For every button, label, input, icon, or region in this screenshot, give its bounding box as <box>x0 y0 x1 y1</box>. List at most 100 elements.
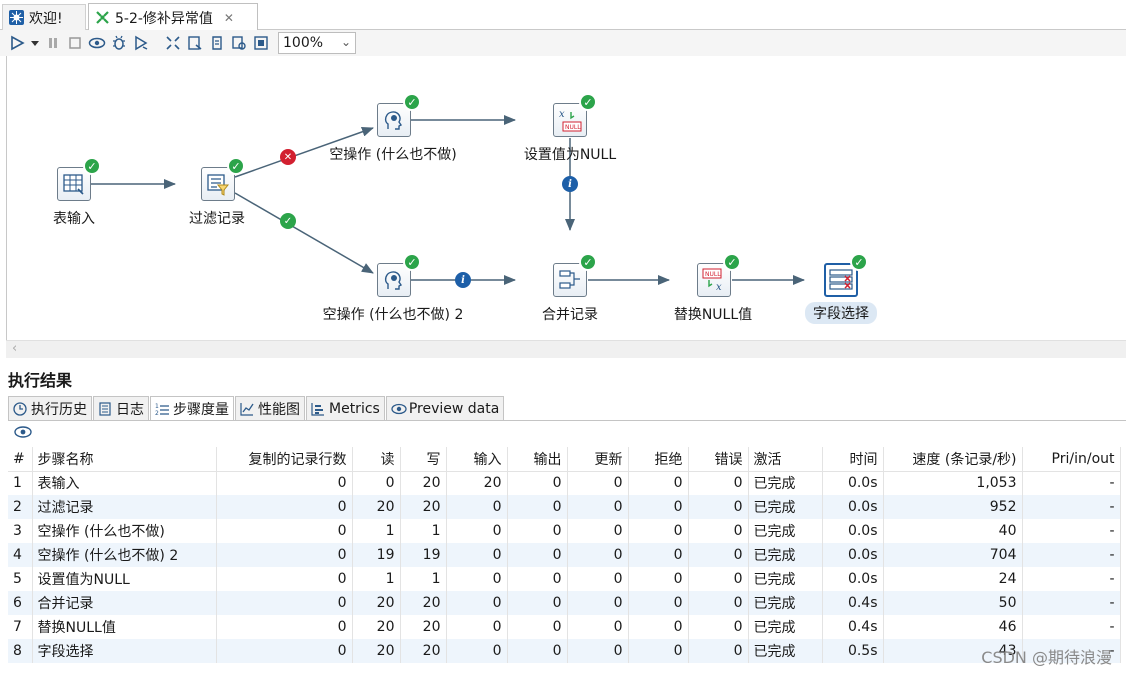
zoom-select[interactable]: 100% ⌄ <box>278 32 356 54</box>
status-ok-icon: ✓ <box>403 93 421 111</box>
column-header[interactable]: # <box>8 447 33 472</box>
table-cell: 46 <box>883 615 1023 639</box>
impact-icon[interactable] <box>184 32 206 54</box>
column-header[interactable]: 更新 <box>567 447 629 472</box>
sql-icon[interactable] <box>206 32 228 54</box>
table-row[interactable]: 8 字段选择 0 20 20 0 0 0 0 0 已完成 0.5s 43- <box>8 639 1121 663</box>
table-cell: 已完成 <box>748 615 823 639</box>
column-header[interactable]: Pri/in/out <box>1022 447 1121 472</box>
explore-db-icon[interactable] <box>228 32 250 54</box>
column-header[interactable]: 速度 (条记录/秒) <box>883 447 1023 472</box>
table-cell: 20 <box>352 615 401 639</box>
stop-icon[interactable] <box>64 32 86 54</box>
table-cell: 1,053 <box>883 471 1023 495</box>
tab-transformation[interactable]: 5-2-修补异常值 ✕ <box>88 3 258 31</box>
transformation-canvas[interactable]: ✕ ✓ i i ✓ 表输入 ✓ 过滤记录 ✓ 空操作 (什么也不做) x NULL… <box>6 56 1126 340</box>
hop-false-icon[interactable]: ✕ <box>280 149 296 165</box>
table-cell: 0.0s <box>822 567 884 591</box>
hop-info-icon[interactable]: i <box>562 176 578 192</box>
step-dummy-1[interactable]: ✓ <box>377 93 421 137</box>
column-header[interactable]: 拒绝 <box>628 447 689 472</box>
hop-info-icon[interactable]: i <box>455 272 471 288</box>
column-header[interactable]: 错误 <box>688 447 749 472</box>
svg-text:x: x <box>716 282 722 293</box>
table-cell: 704 <box>883 543 1023 567</box>
table-cell: - <box>1022 471 1121 495</box>
table-cell: 0 <box>688 519 749 543</box>
step-set-null[interactable]: x NULL ✓ <box>553 93 597 137</box>
step-label: 合并记录 <box>542 307 598 323</box>
debug-icon[interactable] <box>108 32 130 54</box>
tab-welcome[interactable]: 欢迎! <box>2 4 86 30</box>
tab-execution-history[interactable]: 执行历史 <box>8 396 92 420</box>
transformation-icon <box>95 10 110 25</box>
toolbar: 100% ⌄ <box>0 30 1126 56</box>
table-row[interactable]: 7 替换NULL值 0 20 20 0 0 0 0 0 已完成 0.4s 46- <box>8 615 1121 639</box>
table-cell: 40 <box>883 519 1023 543</box>
table-cell: 空操作 (什么也不做) <box>32 519 217 543</box>
preview-icon[interactable] <box>14 425 32 443</box>
table-cell: 0 <box>507 615 568 639</box>
table-cell: 20 <box>352 591 401 615</box>
table-cell: 1 <box>400 567 447 591</box>
table-row[interactable]: 3 空操作 (什么也不做) 0 1 1 0 0 0 0 0 已完成 0.0s 40- <box>8 519 1121 543</box>
column-header[interactable]: 读 <box>352 447 401 472</box>
step-merge-rows[interactable]: ✓ <box>553 253 597 297</box>
canvas-horizontal-scrollbar[interactable]: ‹ <box>6 340 1126 358</box>
tab-log[interactable]: 日志 <box>93 396 149 420</box>
column-header[interactable]: 复制的记录行数 <box>216 447 353 472</box>
hop-true-icon[interactable]: ✓ <box>280 213 296 229</box>
replay-icon[interactable] <box>130 32 152 54</box>
tab-label: Preview data <box>408 400 500 417</box>
table-row[interactable]: 2 过滤记录 0 20 20 0 0 0 0 0 已完成 0.0s 952- <box>8 495 1121 519</box>
preview-icon[interactable] <box>86 32 108 54</box>
table-cell: 0 <box>628 471 689 495</box>
column-header[interactable]: 输出 <box>507 447 568 472</box>
column-header[interactable]: 输入 <box>446 447 508 472</box>
table-cell: 2 <box>8 495 33 519</box>
table-cell: 0 <box>567 615 629 639</box>
table-cell: 0 <box>507 567 568 591</box>
table-row[interactable]: 1 表输入 0 0 20 20 0 0 0 0 已完成 0.0s 1,053- <box>8 471 1121 495</box>
step-select-values[interactable]: ✓ <box>824 253 868 297</box>
table-cell: 0 <box>628 519 689 543</box>
table-cell: 合并记录 <box>32 591 217 615</box>
pause-icon[interactable] <box>42 32 64 54</box>
tab-metrics[interactable]: Metrics <box>306 396 385 420</box>
column-header[interactable]: 时间 <box>822 447 884 472</box>
step-table-input[interactable]: ✓ <box>57 157 101 201</box>
tab-preview-data[interactable]: Preview data <box>385 396 505 420</box>
step-replace-null[interactable]: NULL x ✓ <box>697 253 741 297</box>
tab-label: 性能图 <box>258 401 300 418</box>
table-cell: - <box>1022 543 1121 567</box>
close-icon[interactable]: ✕ <box>224 11 234 25</box>
zoom-value: 100% <box>283 35 324 51</box>
table-row[interactable]: 5 设置值为NULL 0 1 1 0 0 0 0 0 已完成 0.0s 24- <box>8 567 1121 591</box>
table-cell: 0.0s <box>822 543 884 567</box>
tab-label: 步骤度量 <box>173 401 229 418</box>
table-cell: 0 <box>216 519 353 543</box>
table-cell: 0 <box>507 543 568 567</box>
tab-step-metrics[interactable]: 12 步骤度量 <box>150 396 234 420</box>
table-row[interactable]: 4 空操作 (什么也不做) 2 0 19 19 0 0 0 0 0 已完成 0.0s 704- <box>8 543 1121 567</box>
table-cell: 0 <box>567 591 629 615</box>
table-cell: 替换NULL值 <box>32 615 217 639</box>
table-row[interactable]: 6 合并记录 0 20 20 0 0 0 0 0 已完成 0.4s 50- <box>8 591 1121 615</box>
table-cell: - <box>1022 567 1121 591</box>
run-dropdown-icon[interactable] <box>28 32 42 54</box>
table-cell: 已完成 <box>748 639 823 663</box>
column-header[interactable]: 写 <box>400 447 447 472</box>
column-header[interactable]: 激活 <box>748 447 823 472</box>
step-dummy-2[interactable]: ✓ <box>377 253 421 297</box>
column-header[interactable]: 步骤名称 <box>32 447 217 472</box>
verify-icon[interactable] <box>162 32 184 54</box>
table-cell: 0 <box>446 567 508 591</box>
table-cell: 6 <box>8 591 33 615</box>
scroll-left-icon[interactable]: ‹ <box>12 341 17 356</box>
table-cell: 24 <box>883 567 1023 591</box>
chart-icon <box>240 402 254 416</box>
run-icon[interactable] <box>6 32 28 54</box>
snap-grid-icon[interactable] <box>250 32 272 54</box>
step-filter-rows[interactable]: ✓ <box>201 157 245 201</box>
tab-performance-graph[interactable]: 性能图 <box>235 396 305 420</box>
